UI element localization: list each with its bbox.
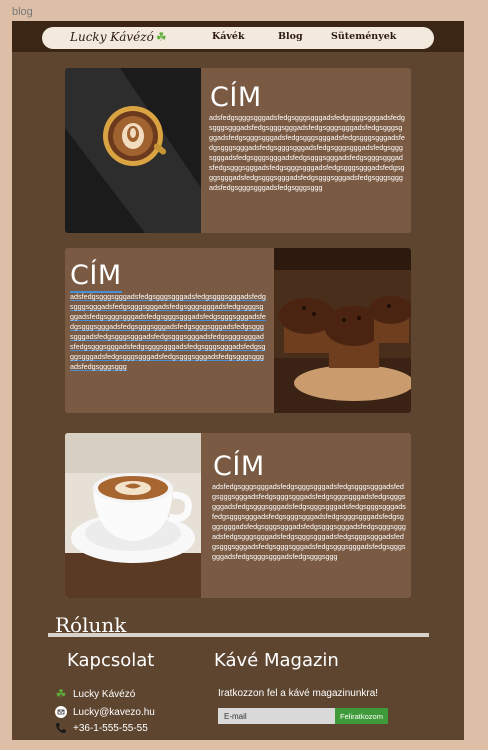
contact-item-email[interactable]: Lucky@kavezo.hu xyxy=(54,705,155,719)
frame-label: blog xyxy=(12,6,33,18)
magazine-text: Iratkozzon fel a kávé magazinunkra! xyxy=(218,688,379,699)
latte-art-image xyxy=(65,68,201,233)
blog-page: Lucky Kávézó ☘ Kávék Blog Sütemények CÍM … xyxy=(12,21,464,740)
mail-icon xyxy=(54,705,68,719)
contact-item-name: ☘ Lucky Kávézó xyxy=(54,687,136,701)
muffins-image xyxy=(274,248,411,413)
nav-link-blog[interactable]: Blog xyxy=(278,31,303,42)
contact-title: Kapcsolat xyxy=(67,650,155,671)
card-body: adsfedgsgggsgggadsfedgsgggsgggadsfedgsgg… xyxy=(212,482,406,561)
contact-phone: +36-1-555-55-55 xyxy=(73,722,148,734)
blog-card[interactable]: CÍM adsfedgsgggsgggadsfedgsgggsgggadsfed… xyxy=(65,248,411,413)
clover-icon: ☘ xyxy=(155,30,167,44)
nav-bar: Lucky Kávézó ☘ Kávék Blog Sütemények xyxy=(42,27,434,49)
email-input[interactable] xyxy=(218,708,335,724)
subscribe-button[interactable]: Feliratkozom xyxy=(335,708,388,724)
blog-card[interactable]: CÍM adsfedgsgggsgggadsfedgsgggsgggadsfed… xyxy=(65,68,411,233)
contact-item-phone[interactable]: +36-1-555-55-55 xyxy=(54,721,148,735)
contact-email: Lucky@kavezo.hu xyxy=(73,706,155,718)
clover-icon: ☘ xyxy=(55,687,67,701)
blog-card[interactable]: CÍM adsfedgsgggsgggadsfedgsgggsgggadsfed… xyxy=(65,433,411,598)
card-body: adsfedgsgggsgggadsfedgsgggsgggadsfedgsgg… xyxy=(70,292,266,371)
card-title: CÍM xyxy=(70,260,122,293)
card-title: CÍM xyxy=(213,451,265,482)
top-bar: Lucky Kávézó ☘ Kávék Blog Sütemények xyxy=(12,21,464,52)
logo-text: Lucky Kávézó xyxy=(70,30,154,44)
about-divider xyxy=(48,633,429,637)
card-title: CÍM xyxy=(210,82,262,113)
logo[interactable]: Lucky Kávézó ☘ xyxy=(70,30,167,44)
phone-icon xyxy=(54,721,68,735)
nav-link-kavek[interactable]: Kávék xyxy=(212,31,245,42)
contact-name: Lucky Kávézó xyxy=(73,688,136,700)
card-body: adsfedgsgggsgggadsfedgsgggsgggadsfedgsgg… xyxy=(209,113,405,192)
cappuccino-image xyxy=(65,433,201,598)
nav-link-sutemenyek[interactable]: Sütemények xyxy=(331,31,396,42)
magazine-title: Kávé Magazin xyxy=(214,650,339,671)
